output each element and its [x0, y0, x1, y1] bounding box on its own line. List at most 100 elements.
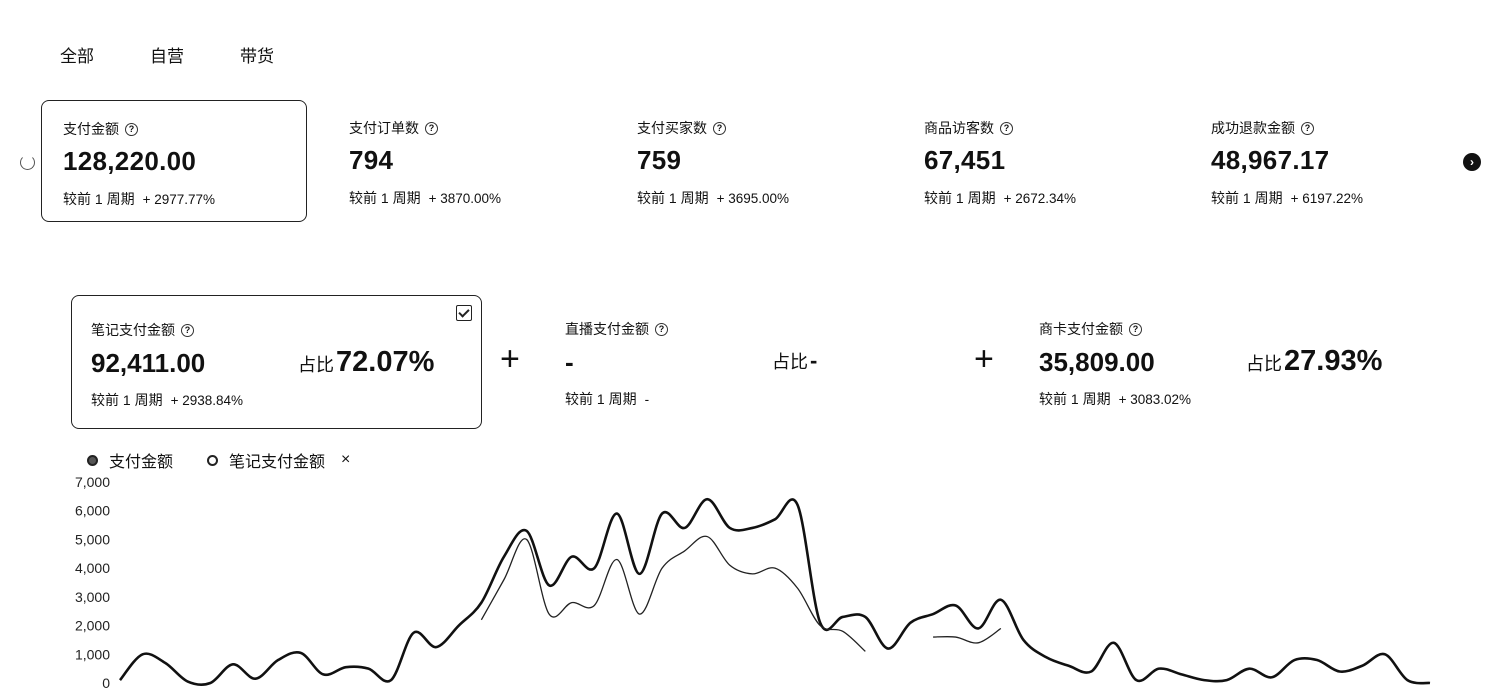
metric-label: 支付买家数 [637, 120, 707, 136]
close-icon[interactable]: × [341, 451, 350, 469]
legend-item-payment[interactable]: 支付金额 [87, 448, 173, 472]
change-value: - [644, 392, 650, 407]
help-icon[interactable]: ? [655, 322, 668, 336]
metric-label-row: 支付金额? [63, 119, 138, 139]
metrics-row: 支付金额? 128,220.00 较前 1 周期 + 2977.77% 支付订单数… [0, 100, 1505, 224]
legend-label: 笔记支付金额 [229, 454, 326, 471]
metric-card-buyer-count[interactable]: 支付买家数? 759 较前 1 周期 + 3695.00% [616, 100, 882, 222]
breakdown-compare: 较前 1 周期 + 3083.02% [1039, 389, 1191, 409]
compare-label: 较前 1 周期 [1211, 190, 1283, 206]
metric-compare: 较前 1 周期 + 3870.00% [349, 188, 501, 208]
tab-affiliate[interactable]: 带货 [240, 42, 330, 67]
breakdown-value: - [565, 347, 574, 377]
metric-compare: 较前 1 周期 + 3695.00% [637, 188, 789, 208]
y-tick-label: 7,000 [75, 474, 110, 490]
tab-all[interactable]: 全部 [60, 42, 150, 67]
y-tick-label: 3,000 [75, 589, 110, 605]
checkbox-checked-icon[interactable] [456, 305, 472, 321]
metric-value: 759 [637, 145, 682, 175]
compare-label: 较前 1 周期 [63, 191, 135, 207]
chevron-right-icon[interactable]: › [1463, 153, 1481, 171]
y-tick-label: 5,000 [75, 531, 110, 547]
metric-value: 794 [349, 145, 394, 175]
y-tick-label: 2,000 [75, 618, 110, 634]
share-value: - [810, 348, 818, 373]
change-value: + 3870.00% [428, 191, 502, 206]
share-label: 占比 [298, 355, 334, 375]
breakdown-label-row: 商卡支付金额? [1039, 319, 1142, 339]
breakdown-label: 笔记支付金额 [91, 322, 175, 338]
plus-icon: + [974, 340, 994, 378]
compare-label: 较前 1 周期 [924, 190, 996, 206]
plus-icon: + [500, 340, 520, 378]
metric-label-row: 商品访客数? [924, 118, 1013, 138]
share-label: 占比 [1246, 354, 1282, 374]
metric-card-order-count[interactable]: 支付订单数? 794 较前 1 周期 + 3870.00% [328, 100, 594, 222]
chart-legend: 支付金额 笔记支付金额 × [87, 448, 350, 472]
legend-dot-icon [207, 454, 219, 466]
change-value: + 6197.22% [1290, 191, 1364, 206]
metric-label: 成功退款金额 [1211, 120, 1295, 136]
help-icon[interactable]: ? [181, 323, 194, 337]
metric-card-visitor-count[interactable]: 商品访客数? 67,451 较前 1 周期 + 2672.34% [903, 100, 1169, 222]
y-tick-label: 4,000 [75, 560, 110, 576]
metric-compare: 较前 1 周期 + 2977.77% [63, 189, 215, 209]
change-value: + 2672.34% [1003, 191, 1077, 206]
breakdown-label-row: 笔记支付金额? [91, 320, 194, 340]
series-line-payment [118, 497, 1431, 686]
legend-item-note-payment[interactable]: 笔记支付金额 [207, 448, 325, 472]
y-tick-label: 0 [102, 675, 110, 689]
tab-self-operated[interactable]: 自营 [150, 42, 240, 67]
compare-label: 较前 1 周期 [91, 392, 163, 408]
change-value: + 3083.02% [1118, 392, 1192, 407]
metric-label: 支付金额 [63, 121, 119, 137]
share-label: 占比 [772, 352, 808, 372]
metric-label: 商品访客数 [924, 120, 994, 136]
breakdown-card-note[interactable]: 笔记支付金额? 92,411.00 占比 72.07% 较前 1 周期 + 2938… [71, 295, 482, 429]
metric-card-payment-amount[interactable]: 支付金额? 128,220.00 较前 1 周期 + 2977.77% [41, 100, 307, 222]
metric-label-row: 支付订单数? [349, 118, 438, 138]
metric-value: 48,967.17 [1211, 145, 1330, 175]
change-value: + 2938.84% [170, 393, 244, 408]
payment-trend-chart: 7,000 6,000 5,000 4,000 3,000 2,000 1,000 0 [75, 474, 1431, 689]
help-icon[interactable]: ? [1129, 322, 1142, 336]
help-icon[interactable]: ? [1000, 121, 1013, 135]
breakdown-share: 占比 72.07% [298, 346, 434, 379]
breakdown-label: 直播支付金额 [565, 321, 649, 337]
y-tick-label: 6,000 [75, 503, 110, 519]
series-line-note-payment [933, 627, 1002, 644]
breakdown-value: 92,411.00 [91, 348, 206, 378]
change-value: + 2977.77% [142, 192, 216, 207]
breakdown-card-live[interactable]: 直播支付金额? - 占比 - 较前 1 周期 - [546, 295, 946, 429]
metric-compare: 较前 1 周期 + 6197.22% [1211, 188, 1363, 208]
help-icon[interactable]: ? [425, 121, 438, 135]
breakdown-label-row: 直播支付金额? [565, 319, 668, 339]
share-value: 72.07% [336, 346, 435, 378]
breakdown-compare: 较前 1 周期 + 2938.84% [91, 390, 243, 410]
breakdown-card-product-card[interactable]: 商卡支付金额? 35,809.00 占比 27.93% 较前 1 周期 + 3083… [1020, 295, 1420, 429]
y-tick-label: 1,000 [75, 646, 110, 662]
help-icon[interactable]: ? [125, 122, 138, 136]
metric-label-row: 成功退款金额? [1211, 118, 1314, 138]
breakdown-share: 占比 - [772, 348, 817, 374]
breakdown-value: 35,809.00 [1039, 347, 1155, 377]
breakdown-row: 笔记支付金额? 92,411.00 占比 72.07% 较前 1 周期 + 2938… [0, 295, 1505, 435]
metric-label-row: 支付买家数? [637, 118, 726, 138]
channel-tabs: 全部 自营 带货 [60, 42, 330, 67]
compare-label: 较前 1 周期 [349, 190, 421, 206]
compare-label: 较前 1 周期 [637, 190, 709, 206]
metric-value: 128,220.00 [63, 146, 197, 176]
share-value: 27.93% [1284, 345, 1383, 377]
help-icon[interactable]: ? [713, 121, 726, 135]
metric-card-refund-amount[interactable]: 成功退款金额? 48,967.17 较前 1 周期 + 6197.22% [1190, 100, 1456, 222]
help-icon[interactable]: ? [1301, 121, 1314, 135]
metric-compare: 较前 1 周期 + 2672.34% [924, 188, 1076, 208]
breakdown-compare: 较前 1 周期 - [565, 389, 649, 409]
metric-label: 支付订单数 [349, 120, 419, 136]
change-value: + 3695.00% [716, 191, 790, 206]
legend-dot-icon [87, 454, 98, 466]
breakdown-label: 商卡支付金额 [1039, 321, 1123, 337]
compare-label: 较前 1 周期 [1039, 391, 1111, 407]
breakdown-share: 占比 27.93% [1246, 345, 1382, 378]
compare-label: 较前 1 周期 [565, 391, 637, 407]
